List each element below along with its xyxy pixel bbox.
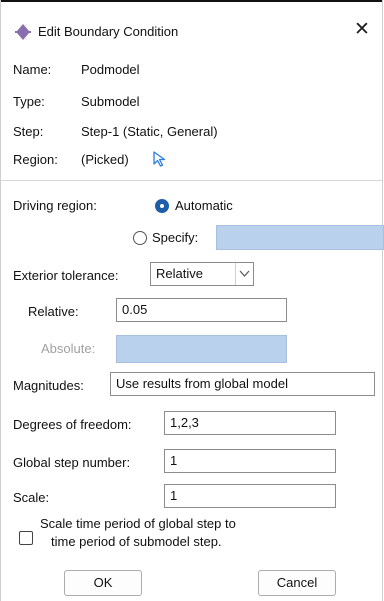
name-label: Name: [13,62,52,77]
dropdown-button[interactable] [235,263,253,285]
edit-boundary-condition-dialog: Edit Boundary Condition ✕ Name: Podmodel… [0,0,384,601]
scale-label: Scale: [13,490,50,505]
specify-radio[interactable] [133,231,147,245]
magnitudes-label: Magnitudes: [13,378,84,393]
exterior-tolerance-selected: Relative [156,266,203,281]
degrees-of-freedom-input[interactable]: 1,2,3 [164,411,336,435]
step-value: Step-1 (Static, General) [81,124,218,139]
automatic-radio-label[interactable]: Automatic [175,198,233,213]
name-value: Podmodel [81,62,140,77]
scale-time-label-line1[interactable]: Scale time period of global step to [40,516,236,531]
close-button[interactable]: ✕ [350,18,374,42]
ok-button[interactable]: OK [64,570,142,596]
region-value: (Picked) [81,152,129,167]
specify-region-field[interactable] [216,225,384,250]
scale-time-label-line2[interactable]: time period of submodel step. [51,534,222,549]
title-bar-top-border [1,0,382,2]
arrow-cursor-icon[interactable] [152,150,168,168]
scale-input[interactable]: 1 [164,484,336,508]
chevron-down-icon [239,270,250,277]
automatic-radio[interactable] [155,199,169,213]
absolute-label: Absolute: [41,341,96,356]
scale-time-checkbox[interactable] [19,531,33,545]
driving-region-label: Driving region: [13,198,97,213]
close-icon: ✕ [354,19,370,40]
exterior-tolerance-label: Exterior tolerance: [13,268,119,283]
global-step-number-label: Global step number: [13,455,131,470]
step-label: Step: [13,124,44,139]
section-separator [1,180,382,181]
relative-label: Relative: [28,304,79,319]
exterior-tolerance-select[interactable]: Relative [150,262,254,286]
title-bar[interactable]: Edit Boundary Condition ✕ [1,0,382,44]
absolute-input[interactable] [116,335,287,363]
boundary-condition-icon [15,24,31,40]
type-value: Submodel [81,94,140,109]
region-label: Region: [13,152,58,167]
type-label: Type: [13,94,45,109]
window-title: Edit Boundary Condition [38,24,179,39]
specify-radio-label[interactable]: Specify: [152,230,198,245]
degrees-of-freedom-label: Degrees of freedom: [13,417,132,432]
magnitudes-select[interactable]: Use results from global model [110,372,375,396]
global-step-number-input[interactable]: 1 [164,449,336,473]
cancel-button[interactable]: Cancel [258,570,336,596]
relative-input[interactable]: 0.05 [116,298,287,322]
